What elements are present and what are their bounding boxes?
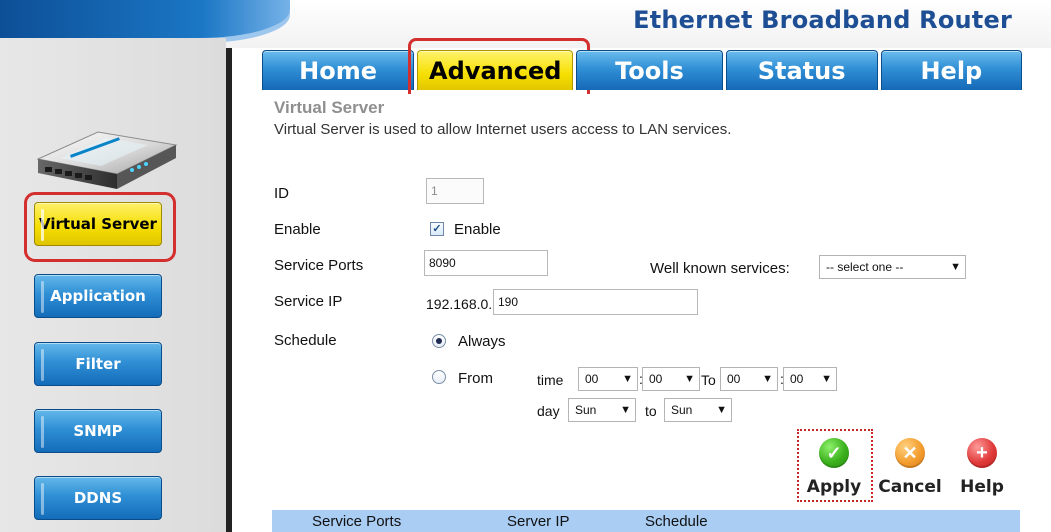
help-plus-icon: +: [967, 438, 997, 468]
sidebar-item-ddns[interactable]: DDNS: [34, 476, 162, 520]
tab-label: Advanced: [429, 56, 562, 85]
schedule-always-radio[interactable]: [432, 334, 446, 348]
table-header-server-ip: Server IP: [507, 512, 570, 530]
enable-checkbox-label: Enable: [454, 221, 501, 238]
page-title: Virtual Server: [274, 98, 385, 117]
tab-tools[interactable]: Tools: [576, 50, 723, 90]
schedule-from-radio[interactable]: [432, 370, 446, 384]
sidebar-item-snmp[interactable]: SNMP: [34, 409, 162, 453]
chevron-down-icon: ▼: [821, 373, 832, 385]
enable-checkbox[interactable]: ✓: [430, 222, 444, 236]
tab-home[interactable]: Home: [262, 50, 415, 90]
day-end-select[interactable]: Sun ▼: [664, 398, 732, 422]
select-value: -- select one --: [826, 260, 904, 274]
help-button[interactable]: + Help: [950, 438, 1014, 506]
to-time-label: To: [701, 372, 716, 388]
schedule-label: Schedule: [274, 332, 337, 349]
to-day-label: to: [645, 403, 657, 419]
cancel-button[interactable]: ✕ Cancel: [878, 438, 942, 506]
tab-status[interactable]: Status: [725, 50, 878, 90]
sidebar-item-label: DDNS: [73, 489, 123, 507]
time-end-hour-select[interactable]: 00 ▼: [720, 367, 778, 391]
chevron-down-icon: ▼: [950, 261, 961, 273]
main-content: Virtual Server Virtual Server is used to…: [262, 94, 1022, 532]
header-swoosh: [0, 0, 290, 38]
virtual-server-table-header: Service Ports Server IP Schedule: [272, 510, 1020, 532]
chevron-down-icon: ▼: [684, 373, 695, 385]
id-field[interactable]: [426, 178, 484, 204]
tab-label: Status: [757, 56, 846, 85]
time-start-hour-select[interactable]: 00 ▼: [578, 367, 638, 391]
sidebar-item-virtual-server[interactable]: Virtual Server: [24, 192, 176, 262]
service-ports-field[interactable]: [424, 250, 548, 276]
select-value: Sun: [671, 403, 693, 417]
day-start-select[interactable]: Sun ▼: [568, 398, 636, 422]
service-ip-label: Service IP: [274, 293, 343, 310]
time-label: time: [537, 372, 564, 388]
table-header-schedule: Schedule: [645, 512, 708, 530]
cancel-label: Cancel: [878, 477, 942, 497]
select-value: Sun: [575, 403, 597, 417]
well-known-services-label: Well known services:: [650, 260, 790, 277]
sidebar-item-label: Filter: [75, 355, 121, 373]
tab-label: Help: [920, 56, 983, 85]
select-value: 00: [727, 372, 741, 386]
time-start-minute-select[interactable]: 00 ▼: [642, 367, 700, 391]
help-label: Help: [960, 477, 1004, 497]
chevron-down-icon: ▼: [620, 404, 631, 416]
tab-label: Tools: [615, 56, 684, 85]
sidebar-item-filter[interactable]: Filter: [34, 342, 162, 386]
apply-button[interactable]: ✓ Apply: [802, 438, 866, 506]
check-circle-icon: ✓: [819, 438, 849, 468]
page-description: Virtual Server is used to allow Internet…: [274, 121, 732, 138]
chevron-down-icon: ▼: [716, 404, 727, 416]
enable-label: Enable: [274, 221, 321, 238]
tab-help[interactable]: Help: [880, 50, 1022, 90]
chevron-down-icon: ▼: [622, 373, 633, 385]
time-end-minute-select[interactable]: 00 ▼: [783, 367, 837, 391]
check-icon: ✓: [432, 222, 442, 235]
cancel-icon: ✕: [895, 438, 925, 468]
sidebar-item-application[interactable]: Application: [34, 274, 162, 318]
sidebar-item-label: Virtual Server: [39, 215, 157, 233]
id-label: ID: [274, 185, 289, 202]
tab-label: Home: [299, 56, 378, 85]
service-ip-prefix: 192.168.0.: [426, 296, 493, 312]
service-ports-label: Service Ports: [274, 257, 364, 274]
sidebar-item-label: SNMP: [73, 422, 123, 440]
left-sidebar: Virtual Server Application Filter SNMP D…: [0, 38, 226, 532]
day-label: day: [537, 403, 560, 419]
select-value: 00: [649, 372, 663, 386]
sidebar-divider: [226, 48, 232, 532]
tab-advanced[interactable]: Advanced: [408, 38, 591, 104]
chevron-down-icon: ▼: [762, 373, 773, 385]
router-image: [36, 131, 178, 189]
app-title: Ethernet Broadband Router: [633, 6, 1012, 34]
router-admin-page: Ethernet Broadband Router Virtual Server…: [0, 0, 1051, 532]
service-ip-field[interactable]: [493, 289, 698, 315]
sidebar-item-label: Application: [50, 287, 146, 305]
schedule-always-label: Always: [458, 333, 506, 350]
select-value: 00: [790, 372, 804, 386]
well-known-services-select[interactable]: -- select one -- ▼: [819, 255, 966, 279]
table-header-service-ports: Service Ports: [312, 512, 402, 530]
select-value: 00: [585, 372, 599, 386]
apply-label: Apply: [806, 477, 862, 497]
top-navigation: Home Advanced Tools Status Help: [262, 38, 1022, 104]
schedule-from-label: From: [458, 370, 493, 387]
